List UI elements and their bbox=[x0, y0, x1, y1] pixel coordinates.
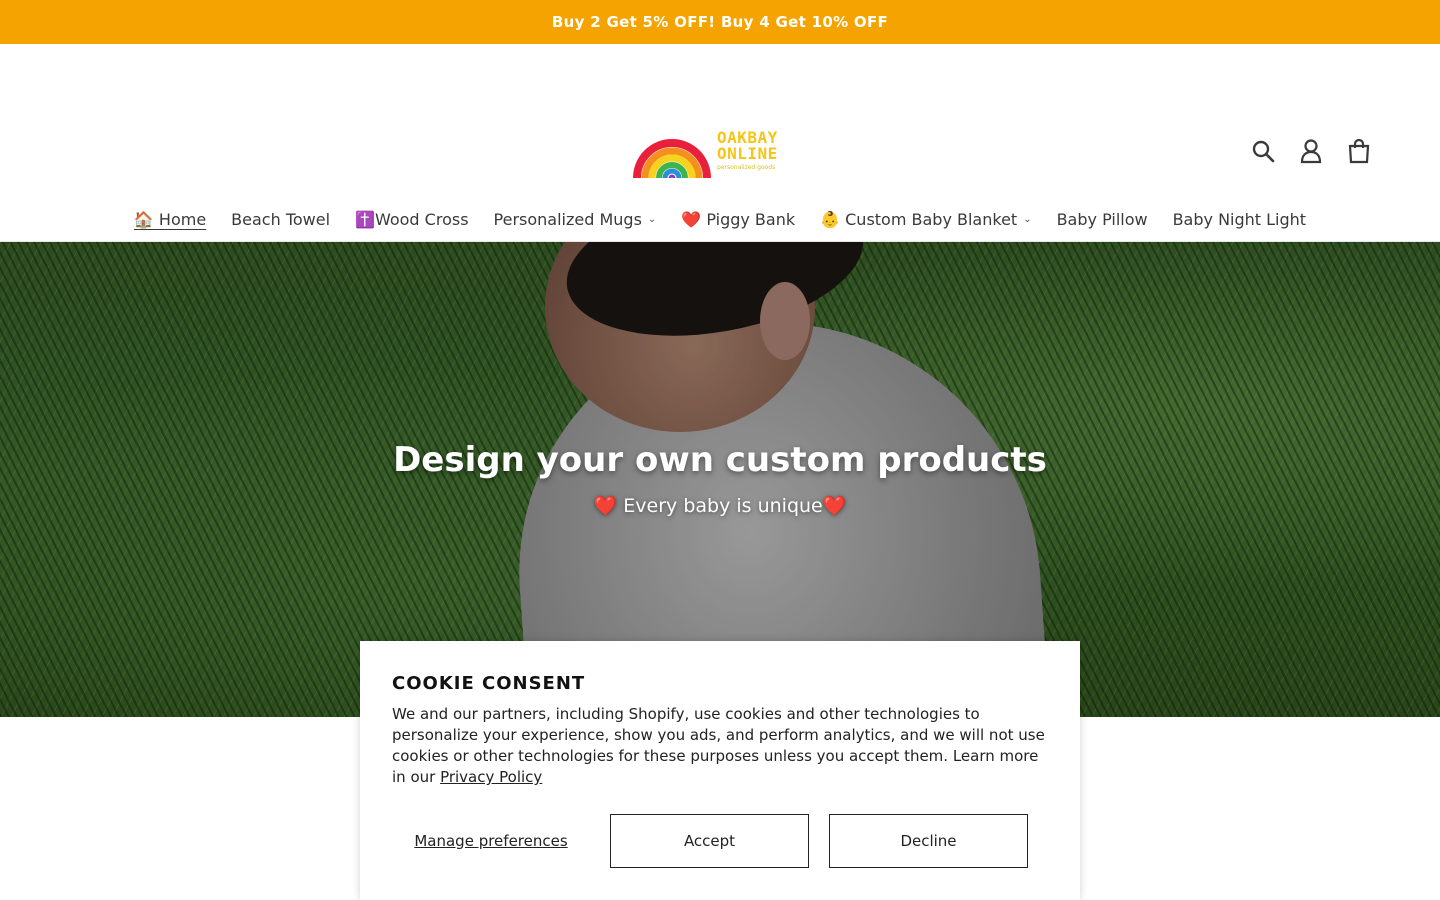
nav-home[interactable]: 🏠 Home bbox=[134, 210, 206, 229]
nav-wood-cross[interactable]: ✝️Wood Cross bbox=[355, 210, 468, 229]
account-icon[interactable] bbox=[1298, 136, 1324, 166]
nav-label: 🏠 Home bbox=[133, 210, 207, 229]
main-navigation: 🏠 Home Beach Towel ✝️Wood Cross Personal… bbox=[0, 210, 1440, 229]
cookie-title: COOKIE CONSENT bbox=[392, 673, 586, 694]
nav-piggy-bank[interactable]: ❤️ Piggy Bank bbox=[681, 210, 795, 229]
chevron-down-icon: ⌄ bbox=[1023, 214, 1032, 225]
nav-personalized-mugs[interactable]: Personalized Mugs ⌄ bbox=[494, 210, 657, 229]
nav-label: ❤️ Piggy Bank bbox=[681, 210, 796, 229]
nav-label: Beach Towel bbox=[231, 210, 331, 229]
logo-tagline: personalized goods bbox=[717, 163, 776, 171]
announcement-bar: Buy 2 Get 5% OFF! Buy 4 Get 10% OFF bbox=[0, 0, 1440, 44]
nav-label: Personalized Mugs bbox=[493, 210, 642, 229]
nav-label: ✝️Wood Cross bbox=[355, 210, 469, 229]
logo-line2: ONLINE bbox=[717, 143, 778, 163]
hero-subtitle: ❤️ Every baby is unique❤️ bbox=[593, 495, 847, 517]
cookie-body: We and our partners, including Shopify, … bbox=[392, 704, 1048, 788]
accept-button[interactable]: Accept bbox=[610, 814, 809, 868]
hero-text: Design your own custom products ❤️ Every… bbox=[0, 440, 1440, 517]
privacy-policy-link[interactable]: Privacy Policy bbox=[440, 768, 542, 786]
header-icons bbox=[1250, 136, 1372, 166]
manage-preferences-link[interactable]: Manage preferences bbox=[392, 832, 590, 851]
rainbow-logo-icon bbox=[633, 139, 711, 179]
search-icon[interactable] bbox=[1250, 136, 1276, 166]
store-logo[interactable]: OAKBAY ONLINE personalized goods bbox=[633, 120, 795, 180]
hero-title: Design your own custom products bbox=[393, 440, 1047, 480]
nav-custom-baby-blanket[interactable]: 👶 Custom Baby Blanket ⌄ bbox=[820, 210, 1031, 229]
decline-button[interactable]: Decline bbox=[829, 814, 1028, 868]
site-header: OAKBAY ONLINE personalized goods 🏠 Home … bbox=[0, 44, 1440, 242]
logo-text: OAKBAY ONLINE personalized goods bbox=[717, 129, 778, 171]
cookie-consent-dialog: COOKIE CONSENT We and our partners, incl… bbox=[360, 641, 1080, 900]
cart-icon[interactable] bbox=[1346, 136, 1372, 166]
nav-beach-towel[interactable]: Beach Towel bbox=[231, 210, 330, 229]
nav-baby-pillow[interactable]: Baby Pillow bbox=[1057, 210, 1148, 229]
nav-label: Baby Night Light bbox=[1172, 210, 1307, 229]
nav-baby-night-light[interactable]: Baby Night Light bbox=[1173, 210, 1307, 229]
chevron-down-icon: ⌄ bbox=[647, 214, 657, 225]
cookie-actions: Manage preferences Accept Decline bbox=[392, 814, 1028, 868]
announcement-text: Buy 2 Get 5% OFF! Buy 4 Get 10% OFF bbox=[551, 13, 889, 31]
nav-label: Baby Pillow bbox=[1056, 210, 1148, 229]
nav-label: 👶 Custom Baby Blanket bbox=[820, 210, 1018, 229]
